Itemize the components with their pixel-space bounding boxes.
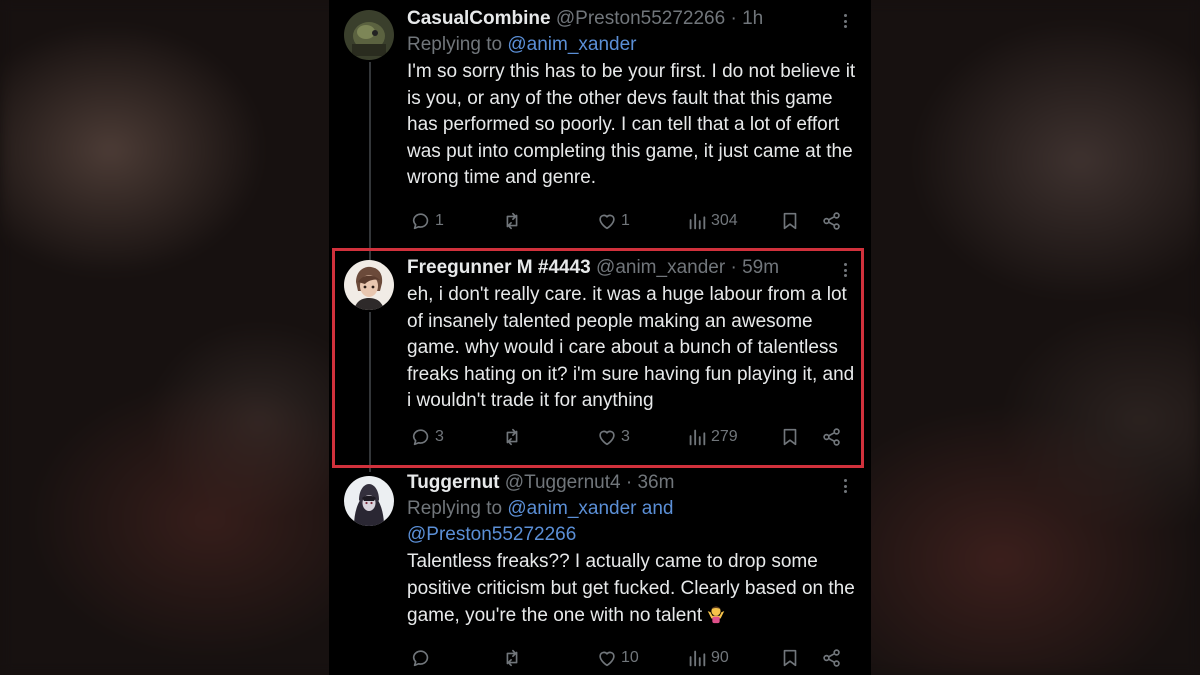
tweet-header: CasualCombine @Preston55272266 · 1h bbox=[407, 6, 859, 32]
views-icon bbox=[689, 650, 706, 667]
tweet-text: I'm so sorry this has to be your first. … bbox=[407, 61, 856, 188]
heart-icon bbox=[599, 430, 615, 446]
display-name[interactable]: Tuggernut bbox=[407, 472, 500, 493]
more-icon[interactable] bbox=[837, 476, 853, 496]
views-button[interactable]: 279 bbox=[686, 425, 738, 449]
tweet-actions: 10 90 bbox=[407, 646, 871, 670]
handle[interactable]: @Preston55272266 bbox=[556, 8, 725, 29]
tweet-tuggernut[interactable]: Tuggernut @Tuggernut4 · 36m Replying to … bbox=[329, 468, 871, 675]
avatar[interactable] bbox=[344, 10, 394, 60]
retweet-icon bbox=[506, 649, 518, 667]
mention-link[interactable]: @anim_xander bbox=[507, 34, 636, 55]
timestamp[interactable]: 59m bbox=[742, 257, 779, 278]
replying-to-label: Replying to bbox=[407, 498, 503, 519]
reply-button[interactable]: 1 bbox=[410, 209, 444, 233]
like-button[interactable]: 3 bbox=[596, 425, 630, 449]
retweet-icon bbox=[506, 212, 518, 230]
like-button[interactable]: 1 bbox=[596, 209, 630, 233]
replying-to-label: Replying to bbox=[407, 34, 503, 55]
reply-button[interactable]: 3 bbox=[410, 425, 444, 449]
tweet-text: Talentless freaks?? I actually came to d… bbox=[407, 549, 859, 630]
share-icon bbox=[823, 428, 840, 446]
tweet-text: eh, i don't really care. it was a huge l… bbox=[407, 284, 855, 411]
heart-icon bbox=[599, 651, 615, 667]
handle[interactable]: @Tuggernut4 bbox=[505, 472, 621, 493]
share-button[interactable] bbox=[821, 646, 843, 670]
view-count: 304 bbox=[711, 212, 738, 229]
retweet-button[interactable] bbox=[501, 209, 526, 233]
tweet-text-content: Talentless freaks?? I actually came to d… bbox=[407, 551, 855, 626]
bookmark-icon bbox=[783, 649, 797, 667]
retweet-button[interactable] bbox=[501, 425, 526, 449]
avatar[interactable] bbox=[344, 476, 394, 526]
more-icon[interactable] bbox=[837, 11, 853, 31]
share-icon bbox=[823, 649, 840, 667]
bookmark-button[interactable] bbox=[779, 646, 801, 670]
tweet-header: Tuggernut @Tuggernut4 · 36m bbox=[407, 470, 859, 496]
retweet-icon bbox=[506, 428, 518, 446]
more-icon[interactable] bbox=[837, 260, 853, 280]
tweet-casualcombine[interactable]: CasualCombine @Preston55272266 · 1h Repl… bbox=[329, 0, 871, 248]
timestamp[interactable]: 36m bbox=[637, 472, 674, 493]
like-count: 3 bbox=[621, 428, 630, 445]
bookmark-icon bbox=[783, 212, 797, 230]
person-shrugging-emoji bbox=[707, 606, 725, 624]
reply-count: 3 bbox=[435, 428, 444, 445]
mention-link[interactable]: @anim_xander and bbox=[507, 498, 673, 519]
retweet-button[interactable] bbox=[501, 646, 526, 670]
tweet-freegunner[interactable]: Freegunner M #4443 @anim_xander · 59m eh… bbox=[329, 250, 871, 468]
views-icon bbox=[689, 213, 706, 230]
like-button[interactable]: 10 bbox=[596, 646, 639, 670]
share-icon bbox=[823, 212, 840, 230]
tweet-header: Freegunner M #4443 @anim_xander · 59m bbox=[407, 255, 859, 281]
heart-icon bbox=[599, 214, 615, 230]
views-button[interactable]: 304 bbox=[686, 209, 738, 233]
reply-button[interactable] bbox=[410, 646, 435, 670]
display-name[interactable]: Freegunner M #4443 bbox=[407, 257, 591, 278]
view-count: 279 bbox=[711, 428, 738, 445]
separator-dot: · bbox=[730, 8, 737, 29]
reply-icon bbox=[412, 429, 429, 446]
reply-icon bbox=[412, 650, 429, 667]
like-count: 10 bbox=[621, 649, 639, 666]
bookmark-button[interactable] bbox=[779, 425, 801, 449]
avatar[interactable] bbox=[344, 260, 394, 310]
reply-count: 1 bbox=[435, 212, 444, 229]
handle[interactable]: @anim_xander bbox=[596, 257, 725, 278]
separator-dot: · bbox=[625, 472, 633, 493]
views-button[interactable]: 90 bbox=[686, 646, 729, 670]
bookmark-button[interactable] bbox=[779, 209, 801, 233]
tweet-actions: 1 1 304 bbox=[407, 209, 871, 233]
display-name[interactable]: CasualCombine bbox=[407, 8, 551, 29]
timestamp[interactable]: 1h bbox=[742, 8, 763, 29]
reply-thread-panel: CasualCombine @Preston55272266 · 1h Repl… bbox=[329, 0, 871, 675]
view-count: 90 bbox=[711, 649, 729, 666]
like-count: 1 bbox=[621, 212, 630, 229]
reply-icon bbox=[412, 213, 429, 230]
bookmark-icon bbox=[783, 428, 797, 446]
views-icon bbox=[689, 429, 706, 446]
replying-to: Replying to @anim_xander bbox=[407, 32, 859, 58]
mention-link[interactable]: @Preston55272266 bbox=[407, 524, 576, 545]
separator-dot: · bbox=[730, 257, 737, 278]
share-button[interactable] bbox=[821, 209, 843, 233]
replying-to: Replying to @anim_xander and @Preston552… bbox=[407, 496, 859, 548]
tweet-actions: 3 3 279 bbox=[407, 425, 871, 449]
share-button[interactable] bbox=[821, 425, 843, 449]
